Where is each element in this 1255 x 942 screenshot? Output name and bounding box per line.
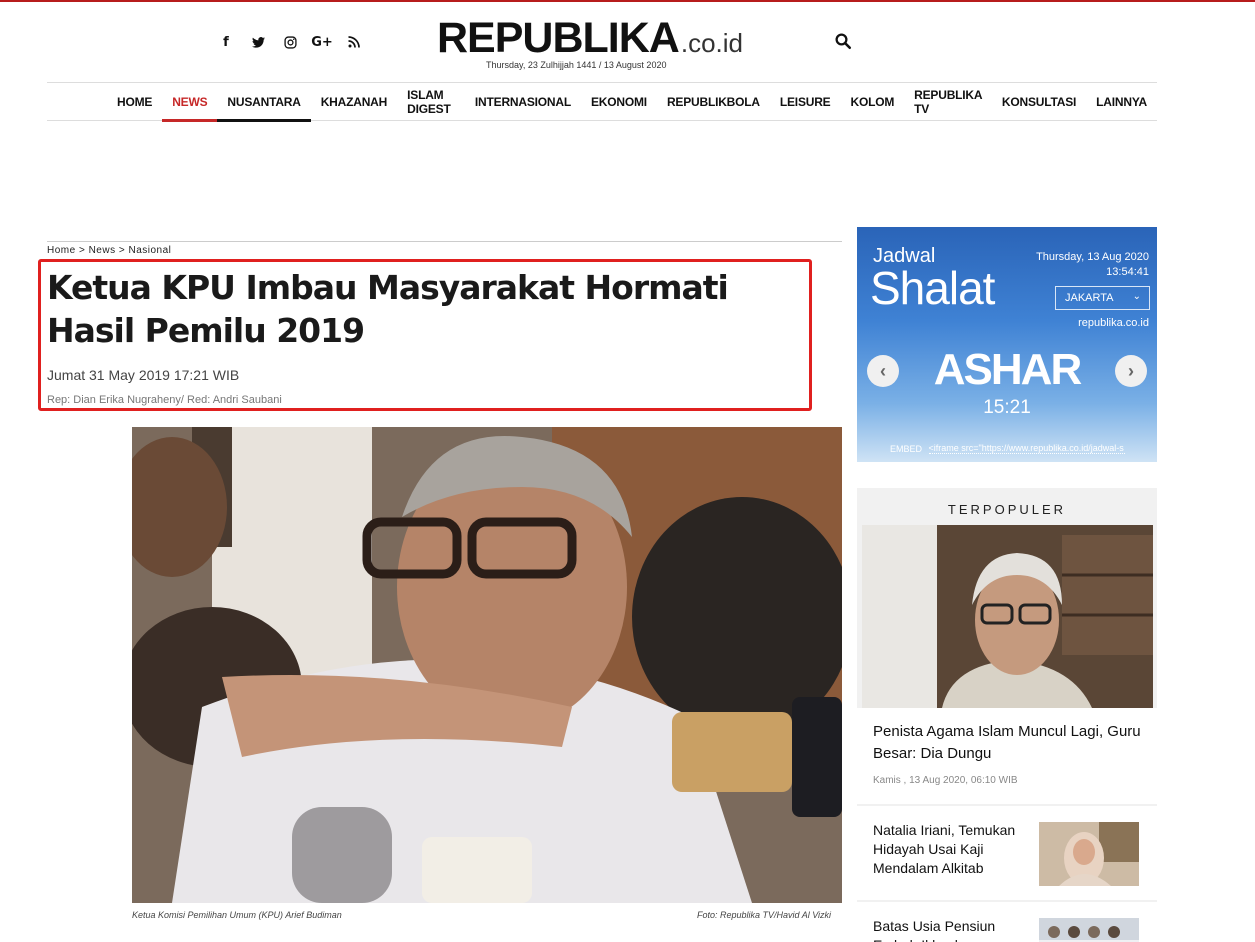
popular-main-thumbnail[interactable] bbox=[862, 525, 1153, 708]
embed-row: EMBED <iframe src="https://www.republika… bbox=[890, 443, 1125, 454]
rss-icon[interactable] bbox=[338, 32, 370, 52]
popular-item-headline[interactable]: Batas Usia Pensiun Embah Ikhsal bbox=[873, 917, 1028, 942]
nav-item-leisure[interactable]: LEISURE bbox=[770, 83, 841, 120]
prayer-time: 15:21 bbox=[983, 397, 1031, 418]
header-dateline: Thursday, 23 Zulhijjah 1441 / 13 August … bbox=[486, 60, 667, 70]
photo-caption: Ketua Komisi Pemilihan Umum (KPU) Arief … bbox=[132, 910, 342, 920]
article-photo bbox=[132, 427, 842, 903]
widget-shalat-title: Shalat bbox=[870, 262, 995, 314]
article-reporter: Rep: Dian Erika Nugraheny/ Red: Andri Sa… bbox=[47, 394, 282, 406]
google-plus-icon[interactable]: G+ bbox=[306, 32, 338, 52]
facebook-icon[interactable]: f bbox=[210, 32, 242, 52]
popular-list-item[interactable]: Natalia Iriani, Temukan Hidayah Usai Kaj… bbox=[857, 806, 1157, 900]
logo-main-text: REPUBLIKA bbox=[437, 14, 680, 62]
popular-main-headline[interactable]: Penista Agama Islam Muncul Lagi, Guru Be… bbox=[873, 721, 1143, 765]
widget-date: Thursday, 13 Aug 2020 bbox=[1036, 251, 1149, 263]
embed-code-field[interactable]: <iframe src="https://www.republika.co.id… bbox=[928, 443, 1125, 454]
widget-site-link[interactable]: republika.co.id bbox=[1078, 317, 1149, 329]
popular-list-item[interactable]: Batas Usia Pensiun Embah Ikhsal bbox=[857, 902, 1157, 942]
nav-item-home[interactable]: HOME bbox=[107, 83, 162, 120]
nav-item-lainnya[interactable]: LAINNYA bbox=[1086, 83, 1157, 120]
site-logo[interactable]: REPUBLIKA .co.id bbox=[437, 14, 743, 63]
search-icon[interactable] bbox=[834, 32, 852, 50]
city-select-value: JAKARTA bbox=[1065, 292, 1114, 304]
nav-item-news[interactable]: NEWS bbox=[162, 83, 218, 122]
nav-item-internasional[interactable]: INTERNASIONAL bbox=[465, 83, 581, 120]
nav-item-islam-digest[interactable]: ISLAM DIGEST bbox=[397, 83, 465, 120]
embed-label: EMBED bbox=[890, 444, 923, 454]
nav-item-republikbola[interactable]: REPUBLIKBOLA bbox=[657, 83, 770, 120]
nav-item-republika-tv[interactable]: REPUBLIKA TV bbox=[904, 83, 992, 120]
article-date: Jumat 31 May 2019 17:21 WIB bbox=[47, 367, 240, 383]
popular-main-meta: Kamis , 13 Aug 2020, 06:10 WIB bbox=[873, 775, 1018, 786]
popular-item-thumbnail-illustration bbox=[1039, 918, 1139, 942]
instagram-icon[interactable] bbox=[274, 32, 306, 52]
article-photo-illustration bbox=[132, 427, 842, 903]
top-accent-line bbox=[0, 0, 1255, 2]
prayer-schedule-widget: Jadwal Shalat Thursday, 13 Aug 2020 13:5… bbox=[857, 227, 1157, 462]
popular-title: TERPOPULER bbox=[947, 502, 1067, 517]
nav-item-khazanah[interactable]: KHAZANAH bbox=[311, 83, 397, 120]
main-navigation: HOME NEWS NUSANTARA KHAZANAH ISLAM DIGES… bbox=[47, 82, 1157, 122]
nav-item-nusantara[interactable]: NUSANTARA bbox=[217, 83, 312, 122]
popular-main-card[interactable]: Penista Agama Islam Muncul Lagi, Guru Be… bbox=[857, 708, 1157, 804]
logo-tld-text: .co.id bbox=[680, 28, 743, 58]
nav-item-konsultasi[interactable]: KONSULTASI bbox=[992, 83, 1086, 120]
widget-clock: 13:54:41 bbox=[1106, 266, 1149, 278]
nav-item-ekonomi[interactable]: EKONOMI bbox=[581, 83, 657, 120]
popular-item-thumbnail[interactable] bbox=[1039, 918, 1139, 942]
popular-section: TERPOPULER Penista Agama Islam Muncul La… bbox=[857, 488, 1157, 942]
social-links: f G+ bbox=[210, 32, 370, 52]
article-headline: Ketua KPU Imbau Masyarakat Hormati Hasil… bbox=[47, 268, 729, 350]
popular-main-thumbnail-illustration bbox=[862, 525, 1153, 708]
prayer-name: ASHAR bbox=[933, 345, 1082, 394]
breadcrumb[interactable]: Home > News > Nasional bbox=[47, 241, 842, 256]
popular-item-thumbnail[interactable] bbox=[1039, 822, 1139, 886]
city-select[interactable]: JAKARTA ⌄ bbox=[1055, 286, 1150, 310]
chevron-down-icon: ⌄ bbox=[1132, 291, 1141, 302]
popular-item-headline[interactable]: Natalia Iriani, Temukan Hidayah Usai Kaj… bbox=[873, 821, 1028, 878]
popular-item-thumbnail-illustration bbox=[1039, 822, 1139, 886]
photo-credit: Foto: Republika TV/Havid Al Vizki bbox=[697, 910, 832, 920]
nav-item-kolom[interactable]: KOLOM bbox=[840, 83, 904, 120]
twitter-icon[interactable] bbox=[242, 32, 274, 52]
